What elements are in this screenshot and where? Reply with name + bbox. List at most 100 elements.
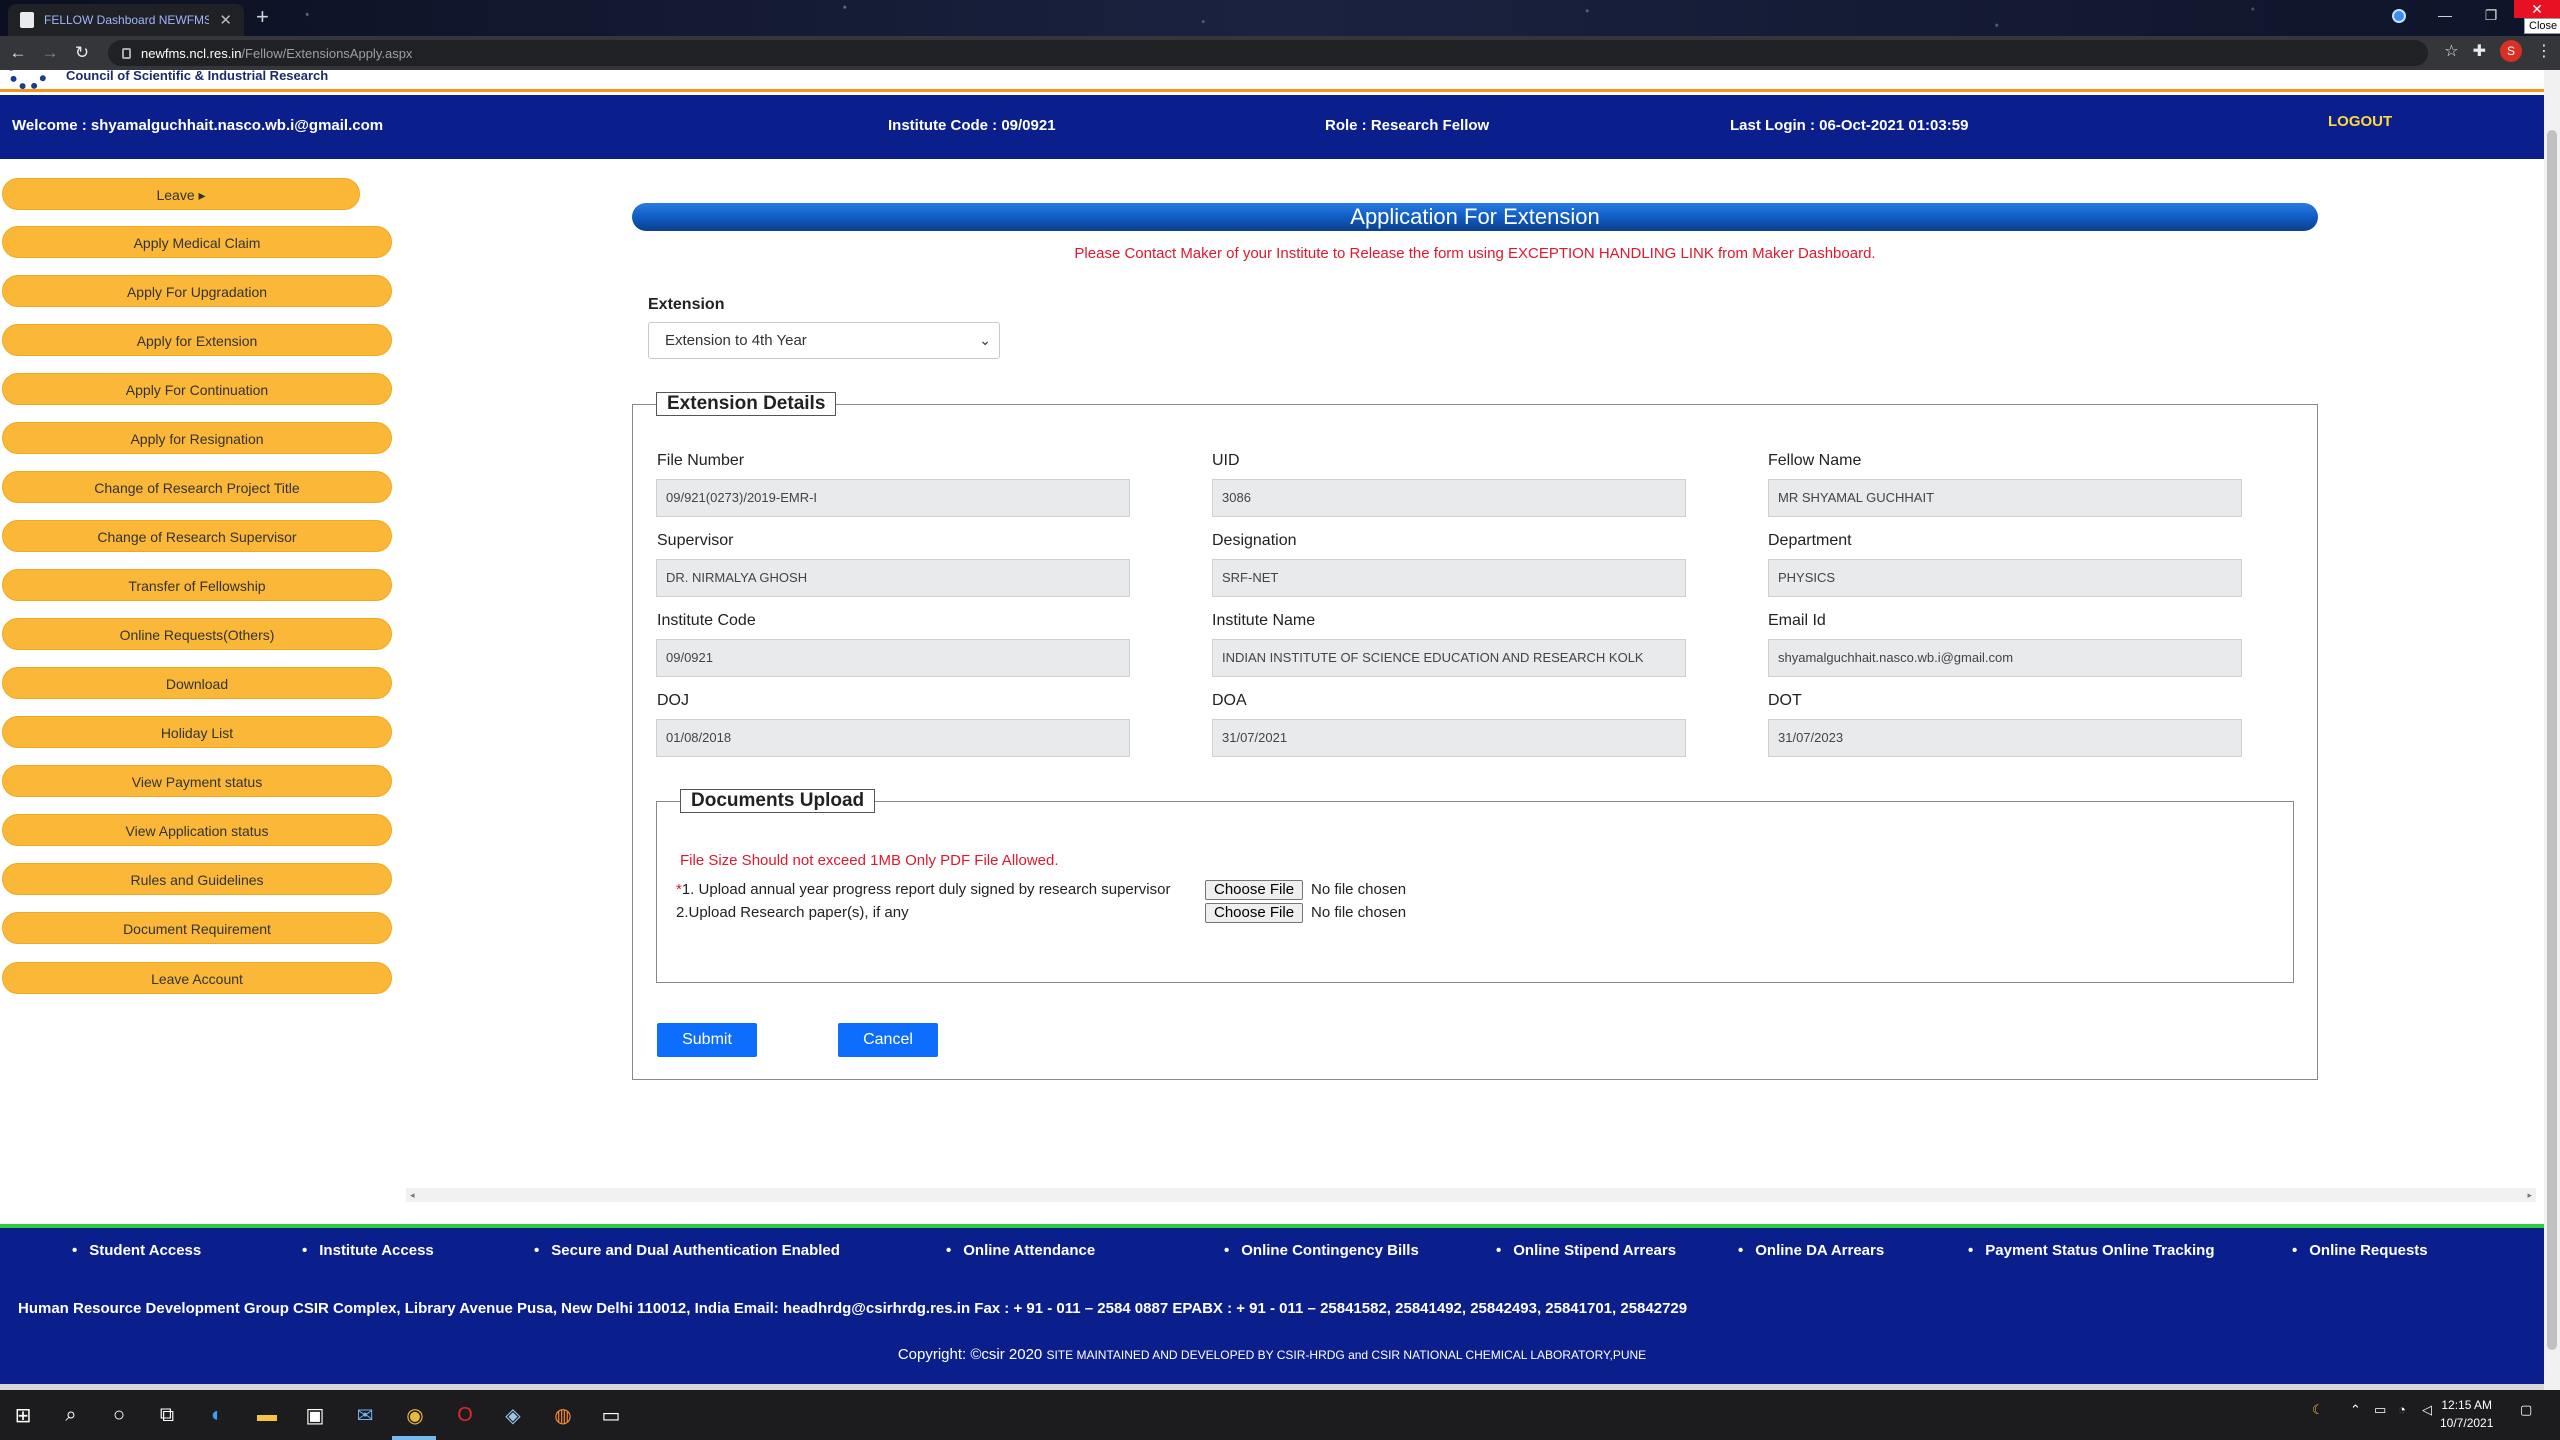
doj-field[interactable]: 01/08/2018 bbox=[656, 719, 1130, 757]
address-bar[interactable]: newfms.ncl.res.in /Fellow/ExtensionsAppl… bbox=[108, 40, 2428, 66]
content-horizontal-scrollbar[interactable]: ◂ ▸ bbox=[406, 1188, 2536, 1202]
menu-dots-icon[interactable]: ⋮ bbox=[2536, 41, 2552, 61]
scrollbar-thumb[interactable] bbox=[2547, 130, 2557, 1350]
task-view-icon[interactable]: ⧉ bbox=[154, 1402, 180, 1428]
footer-link-stipend-arrears[interactable]: Online Stipend Arrears bbox=[1496, 1242, 1676, 1259]
terminal-icon[interactable]: ▭ bbox=[598, 1402, 624, 1428]
sidebar-item-rules[interactable]: Rules and Guidelines bbox=[2, 863, 392, 895]
profile-avatar[interactable]: S bbox=[2500, 40, 2522, 62]
mail-icon[interactable]: ✉ bbox=[352, 1402, 378, 1428]
sidebar-item-continuation[interactable]: Apply For Continuation bbox=[2, 373, 392, 405]
reload-icon[interactable]: ↻ bbox=[68, 43, 96, 63]
designation-field[interactable]: SRF-NET bbox=[1212, 559, 1686, 597]
submit-button[interactable]: Submit bbox=[657, 1023, 757, 1057]
sidebar-item-application-status[interactable]: View Application status bbox=[2, 814, 392, 846]
file-number-field[interactable]: 09/921(0273)/2019-EMR-I bbox=[656, 479, 1130, 517]
forward-arrow-icon[interactable]: → bbox=[36, 43, 64, 63]
welcome-text: Welcome : shyamalguchhait.nasco.wb.i@gma… bbox=[12, 117, 384, 134]
sync-icon[interactable] bbox=[2392, 9, 2406, 23]
browser-toolbar: ← → ↻ newfms.ncl.res.in /Fellow/Extensio… bbox=[0, 36, 2560, 70]
department-field[interactable]: PHYSICS bbox=[1768, 559, 2242, 597]
sidebar-item-project-title[interactable]: Change of Research Project Title bbox=[2, 471, 392, 503]
role-text: Role : Research Fellow bbox=[1325, 117, 1490, 134]
page-vertical-scrollbar[interactable] bbox=[2544, 70, 2560, 1390]
logo-strip: Council of Scientific & Industrial Resea… bbox=[0, 70, 2544, 92]
chrome-icon[interactable]: ◉ bbox=[402, 1402, 428, 1428]
dot-field[interactable]: 31/07/2023 bbox=[1768, 719, 2242, 757]
store-icon[interactable]: ▣ bbox=[302, 1402, 328, 1428]
sidebar-item-research-supervisor[interactable]: Change of Research Supervisor bbox=[2, 520, 392, 552]
footer-link-payment-tracking[interactable]: Payment Status Online Tracking bbox=[1968, 1242, 2214, 1259]
choose-file-progress-report-button[interactable]: Choose File bbox=[1205, 880, 1304, 900]
uid-field[interactable]: 3086 bbox=[1212, 479, 1686, 517]
sidebar-item-online-requests[interactable]: Online Requests(Others) bbox=[2, 618, 392, 650]
fellow-name-field[interactable]: MR SHYAMAL GUCHHAIT bbox=[1768, 479, 2242, 517]
department-label: Department bbox=[1768, 532, 1852, 549]
restore-button[interactable]: ❐ bbox=[2468, 0, 2514, 30]
sidebar-item-leave-account[interactable]: Leave Account bbox=[2, 962, 392, 994]
tab-title: FELLOW Dashboard NEWFMS bbox=[44, 13, 210, 27]
notification-icon[interactable]: ▢ bbox=[2520, 1402, 2532, 1418]
night-light-icon[interactable]: ☾ bbox=[2312, 1402, 2324, 1418]
sidebar-item-resignation[interactable]: Apply for Resignation bbox=[2, 422, 392, 454]
cancel-button[interactable]: Cancel bbox=[838, 1023, 938, 1057]
star-icon[interactable]: ☆ bbox=[2444, 41, 2458, 61]
search-icon[interactable]: ⌕ bbox=[58, 1402, 84, 1428]
last-login-text: Last Login : 06-Oct-2021 01:03:59 bbox=[1730, 117, 1969, 134]
edge-icon[interactable]: ◐ bbox=[204, 1402, 230, 1428]
sidebar-item-transfer[interactable]: Transfer of Fellowship bbox=[2, 569, 392, 601]
volume-icon[interactable]: ◁ bbox=[2422, 1402, 2432, 1418]
app-icon[interactable]: ◈ bbox=[500, 1402, 526, 1428]
taskbar-clock[interactable]: 12:15 AM 10/7/2021 bbox=[2440, 1396, 2493, 1432]
email-label: Email Id bbox=[1768, 612, 1826, 629]
window-close-button[interactable]: ✕ bbox=[2514, 0, 2560, 18]
battery-icon[interactable]: ▭ bbox=[2374, 1402, 2386, 1418]
footer-link-da-arrears[interactable]: Online DA Arrears bbox=[1738, 1242, 1884, 1259]
footer-link-institute-access[interactable]: Institute Access bbox=[302, 1242, 434, 1259]
org-name: Council of Scientific & Industrial Resea… bbox=[66, 70, 329, 83]
footer-link-secure-auth[interactable]: Secure and Dual Authentication Enabled bbox=[534, 1242, 840, 1259]
upload-progress-report-text: 1. Upload annual year progress report du… bbox=[681, 881, 1171, 898]
windows-start-icon[interactable]: ⊞ bbox=[10, 1402, 36, 1428]
cortana-icon[interactable]: ○ bbox=[106, 1402, 132, 1428]
footer-link-online-requests[interactable]: Online Requests bbox=[2292, 1242, 2427, 1259]
sidebar-item-medical-claim[interactable]: Apply Medical Claim bbox=[2, 226, 392, 258]
footer-link-online-attendance[interactable]: Online Attendance bbox=[946, 1242, 1095, 1259]
scroll-left-arrow-icon[interactable]: ◂ bbox=[410, 1188, 415, 1202]
browser-tab[interactable]: FELLOW Dashboard NEWFMS ✕ bbox=[8, 4, 244, 36]
clock-time: 12:15 AM bbox=[2441, 1398, 2493, 1412]
sidebar-item-extension[interactable]: Apply for Extension bbox=[2, 324, 392, 356]
footer-link-contingency-bills[interactable]: Online Contingency Bills bbox=[1224, 1242, 1419, 1259]
tab-close-icon[interactable]: ✕ bbox=[219, 11, 232, 29]
institute-code-field[interactable]: 09/0921 bbox=[656, 639, 1130, 677]
sidebar-item-leave[interactable]: Leave ▸ bbox=[2, 178, 360, 210]
sidebar-item-holiday-list[interactable]: Holiday List bbox=[2, 716, 392, 748]
back-arrow-icon[interactable]: ← bbox=[4, 43, 32, 63]
new-tab-button[interactable]: + bbox=[256, 4, 269, 30]
sidebar-item-download[interactable]: Download bbox=[2, 667, 392, 699]
institute-name-field[interactable]: INDIAN INSTITUTE OF SCIENCE EDUCATION AN… bbox=[1212, 639, 1686, 677]
tray-chevron-icon[interactable]: ⌃ bbox=[2350, 1402, 2361, 1418]
choose-file-research-paper-button[interactable]: Choose File bbox=[1205, 903, 1304, 923]
supervisor-field[interactable]: DR. NIRMALYA GHOSH bbox=[656, 559, 1130, 597]
wifi-icon[interactable]: ◔ bbox=[2398, 1402, 2406, 1417]
doa-field[interactable]: 31/07/2021 bbox=[1212, 719, 1686, 757]
scroll-right-arrow-icon[interactable]: ▸ bbox=[2527, 1188, 2532, 1202]
logout-link[interactable]: LOGOUT bbox=[2328, 113, 2392, 130]
doa-label: DOA bbox=[1212, 692, 1247, 709]
footer-link-student-access[interactable]: Student Access bbox=[72, 1242, 201, 1259]
minimize-button[interactable]: — bbox=[2422, 0, 2468, 30]
puzzle-icon[interactable]: ✚ bbox=[2473, 41, 2486, 61]
sidebar-item-document-requirement[interactable]: Document Requirement bbox=[2, 912, 392, 944]
lock-icon[interactable] bbox=[122, 47, 131, 59]
extension-select[interactable]: Extension to 4th Year ⌄ bbox=[648, 322, 1000, 359]
file-explorer-icon[interactable]: ▬ bbox=[254, 1402, 280, 1428]
email-field[interactable]: shyamalguchhait.nasco.wb.i@gmail.com bbox=[1768, 639, 2242, 677]
opera-icon[interactable]: O bbox=[452, 1402, 478, 1428]
research-paper-file-status: No file chosen bbox=[1311, 904, 1407, 921]
firefox-icon[interactable]: ◍ bbox=[550, 1402, 576, 1428]
institute-code-label: Institute Code bbox=[657, 612, 756, 629]
sidebar-item-payment-status[interactable]: View Payment status bbox=[2, 765, 392, 797]
page-title: Application For Extension bbox=[632, 203, 2318, 231]
sidebar-item-upgradation[interactable]: Apply For Upgradation bbox=[2, 275, 392, 307]
